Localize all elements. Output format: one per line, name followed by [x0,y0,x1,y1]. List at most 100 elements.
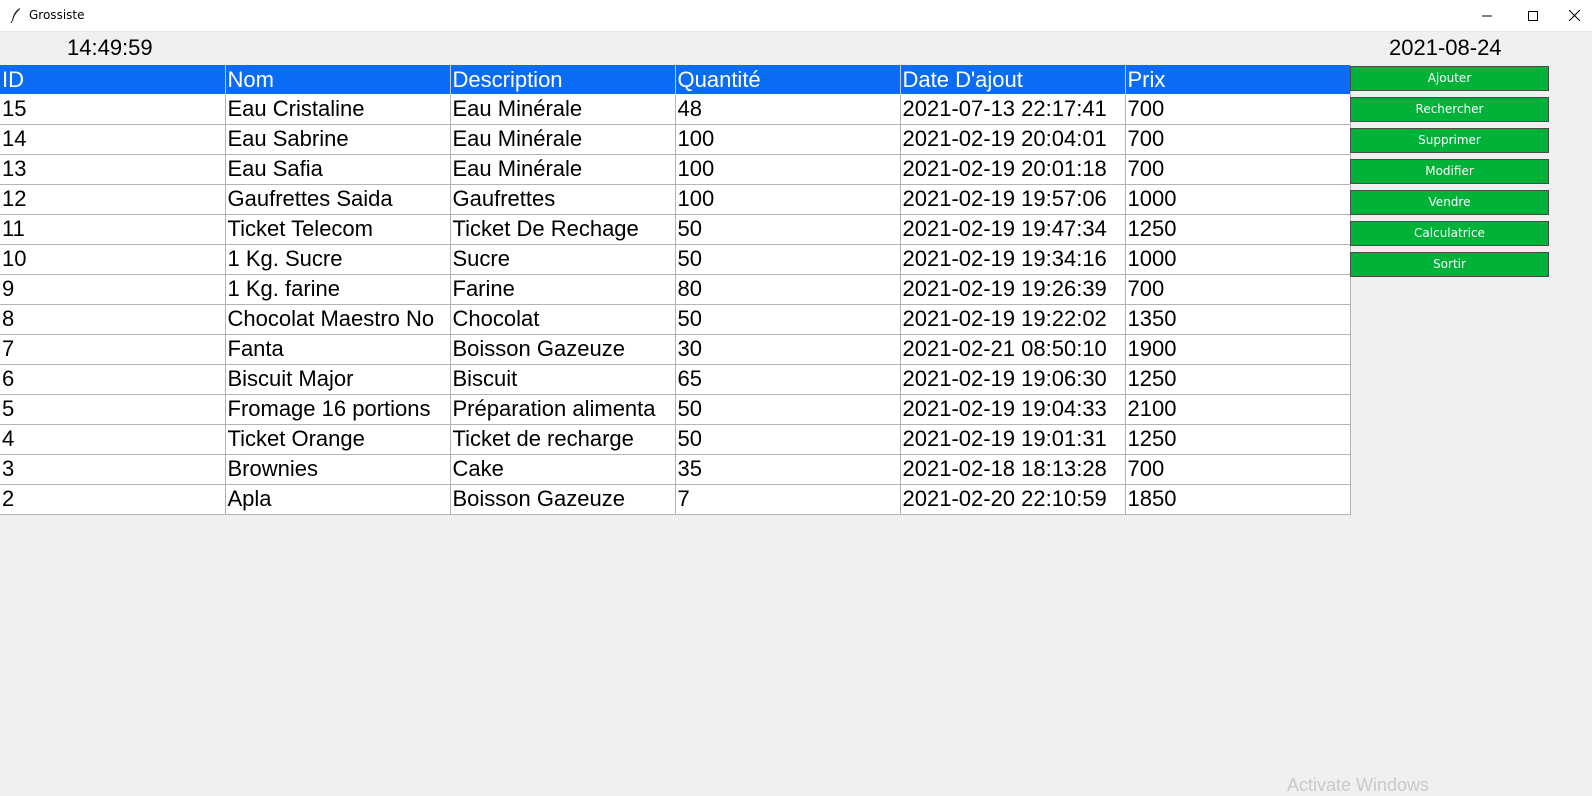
cell-nom: Ticket Orange [225,424,451,455]
table-row[interactable]: 3 Brownies Cake 35 2021-02-18 18:13:28 700 [0,454,1351,485]
column-header-nom[interactable]: Nom [225,65,451,94]
vendre-button[interactable]: Vendre [1350,190,1549,215]
column-header-quantite[interactable]: Quantité [675,65,901,94]
title-bar: Grossiste [0,0,1592,32]
cell-description: Cake [450,454,676,485]
cell-id: 11 [0,214,226,245]
products-table[interactable]: ID Nom Description Quantité Date D'ajout… [0,65,1351,515]
cell-id: 2 [0,484,226,515]
feather-icon [10,8,20,23]
cell-date-ajout: 2021-02-19 19:01:31 [900,424,1126,455]
cell-description: Boisson Gazeuze [450,484,676,515]
table-header-row: ID Nom Description Quantité Date D'ajout… [0,65,1351,94]
cell-date-ajout: 2021-02-19 20:01:18 [900,154,1126,185]
table-row[interactable]: 8 Chocolat Maestro No Chocolat 50 2021-02-19… [0,304,1351,335]
cell-quantite: 35 [675,454,901,485]
cell-prix: 2100 [1125,394,1351,425]
maximize-button[interactable] [1510,0,1556,31]
cell-prix: 1000 [1125,244,1351,275]
cell-nom: Eau Cristaline [225,94,451,125]
rechercher-button[interactable]: Rechercher [1350,97,1549,122]
cell-quantite: 80 [675,274,901,305]
cell-id: 4 [0,424,226,455]
cell-description: Préparation alimenta [450,394,676,425]
sortir-button[interactable]: Sortir [1350,252,1549,277]
cell-prix: 700 [1125,454,1351,485]
clock-label: 14:49:59 [67,35,153,60]
cell-prix: 1250 [1125,364,1351,395]
maximize-icon [1528,10,1538,21]
table-row[interactable]: 11 Ticket Telecom Ticket De Rechage 50 2021-… [0,214,1351,245]
table-row[interactable]: 6 Biscuit Major Biscuit 65 2021-02-19 19:06:… [0,364,1351,395]
cell-prix: 700 [1125,94,1351,125]
minimize-icon [1482,15,1492,16]
cell-description: Ticket de recharge [450,424,676,455]
cell-prix: 1850 [1125,484,1351,515]
cell-id: 6 [0,364,226,395]
cell-description: Eau Minérale [450,154,676,185]
cell-date-ajout: 2021-02-19 19:22:02 [900,304,1126,335]
cell-id: 13 [0,154,226,185]
minimize-button[interactable] [1464,0,1510,31]
cell-date-ajout: 2021-02-19 20:04:01 [900,124,1126,155]
cell-id: 5 [0,394,226,425]
column-header-description[interactable]: Description [450,65,676,94]
cell-quantite: 50 [675,394,901,425]
cell-quantite: 30 [675,334,901,365]
cell-nom: Ticket Telecom [225,214,451,245]
table-row[interactable]: 14 Eau Sabrine Eau Minérale 100 2021-02-19 2… [0,124,1351,155]
ajouter-button[interactable]: Ajouter [1350,66,1549,91]
date-label: 2021-08-24 [1389,35,1502,60]
cell-description: Ticket De Rechage [450,214,676,245]
cell-prix: 700 [1125,124,1351,155]
table-row[interactable]: 10 1 Kg. Sucre Sucre 50 2021-02-19 19:34:16 1… [0,244,1351,275]
column-header-date-ajout[interactable]: Date D'ajout [900,65,1126,94]
cell-id: 12 [0,184,226,215]
table-row[interactable]: 2 Apla Boisson Gazeuze 7 2021-02-20 22:10:59… [0,484,1351,515]
activate-windows-watermark: Activate Windows [1287,775,1430,795]
cell-nom: Gaufrettes Saida [225,184,451,215]
cell-date-ajout: 2021-02-19 19:06:30 [900,364,1126,395]
cell-quantite: 50 [675,424,901,455]
cell-id: 14 [0,124,226,155]
column-header-id[interactable]: ID [0,65,226,94]
cell-date-ajout: 2021-02-18 18:13:28 [900,454,1126,485]
cell-prix: 700 [1125,154,1351,185]
cell-nom: Biscuit Major [225,364,451,395]
cell-nom: Chocolat Maestro No [225,304,451,335]
table-row[interactable]: 4 Ticket Orange Ticket de recharge 50 2021-0… [0,424,1351,455]
supprimer-button[interactable]: Supprimer [1350,128,1549,153]
calculatrice-button[interactable]: Calculatrice [1350,221,1549,246]
cell-nom: Fanta [225,334,451,365]
cell-quantite: 50 [675,304,901,335]
cell-nom: Apla [225,484,451,515]
cell-prix: 1900 [1125,334,1351,365]
cell-description: Boisson Gazeuze [450,334,676,365]
cell-quantite: 50 [675,244,901,275]
table-row[interactable]: 12 Gaufrettes Saida Gaufrettes 100 2021-02-1… [0,184,1351,215]
cell-description: Sucre [450,244,676,275]
table-row[interactable]: 91 Kg. farine Farine 80 2021-02-19 19:26:39… [0,274,1351,305]
table-row[interactable]: 7 Fanta Boisson Gazeuze 30 2021-02-21 08:50:… [0,334,1351,365]
modifier-button[interactable]: Modifier [1350,159,1549,184]
cell-nom: Eau Safia [225,154,451,185]
action-buttons: Ajouter Rechercher Supprimer Modifier Ve… [1350,66,1549,283]
column-header-prix[interactable]: Prix [1125,65,1351,94]
cell-date-ajout: 2021-07-13 22:17:41 [900,94,1126,125]
table-row[interactable]: 15 Eau Cristaline Eau Minérale 48 2021-07-13… [0,94,1351,125]
cell-id: 15 [0,94,226,125]
cell-quantite: 100 [675,124,901,155]
cell-prix: 1350 [1125,304,1351,335]
cell-nom: 1 Kg. farine [225,274,451,305]
cell-description: Chocolat [450,304,676,335]
cell-description: Farine [450,274,676,305]
close-button[interactable] [1556,0,1592,31]
cell-date-ajout: 2021-02-19 19:47:34 [900,214,1126,245]
table-row[interactable]: 13 Eau Safia Eau Minérale 100 2021-02-19 20:… [0,154,1351,185]
cell-quantite: 7 [675,484,901,515]
cell-date-ajout: 2021-02-19 19:26:39 [900,274,1126,305]
cell-date-ajout: 2021-02-19 19:57:06 [900,184,1126,215]
table-row[interactable]: 5 Fromage 16 portions Préparation alimenta… [0,394,1351,425]
cell-nom: Fromage 16 portions [225,394,451,425]
cell-prix: 700 [1125,274,1351,305]
